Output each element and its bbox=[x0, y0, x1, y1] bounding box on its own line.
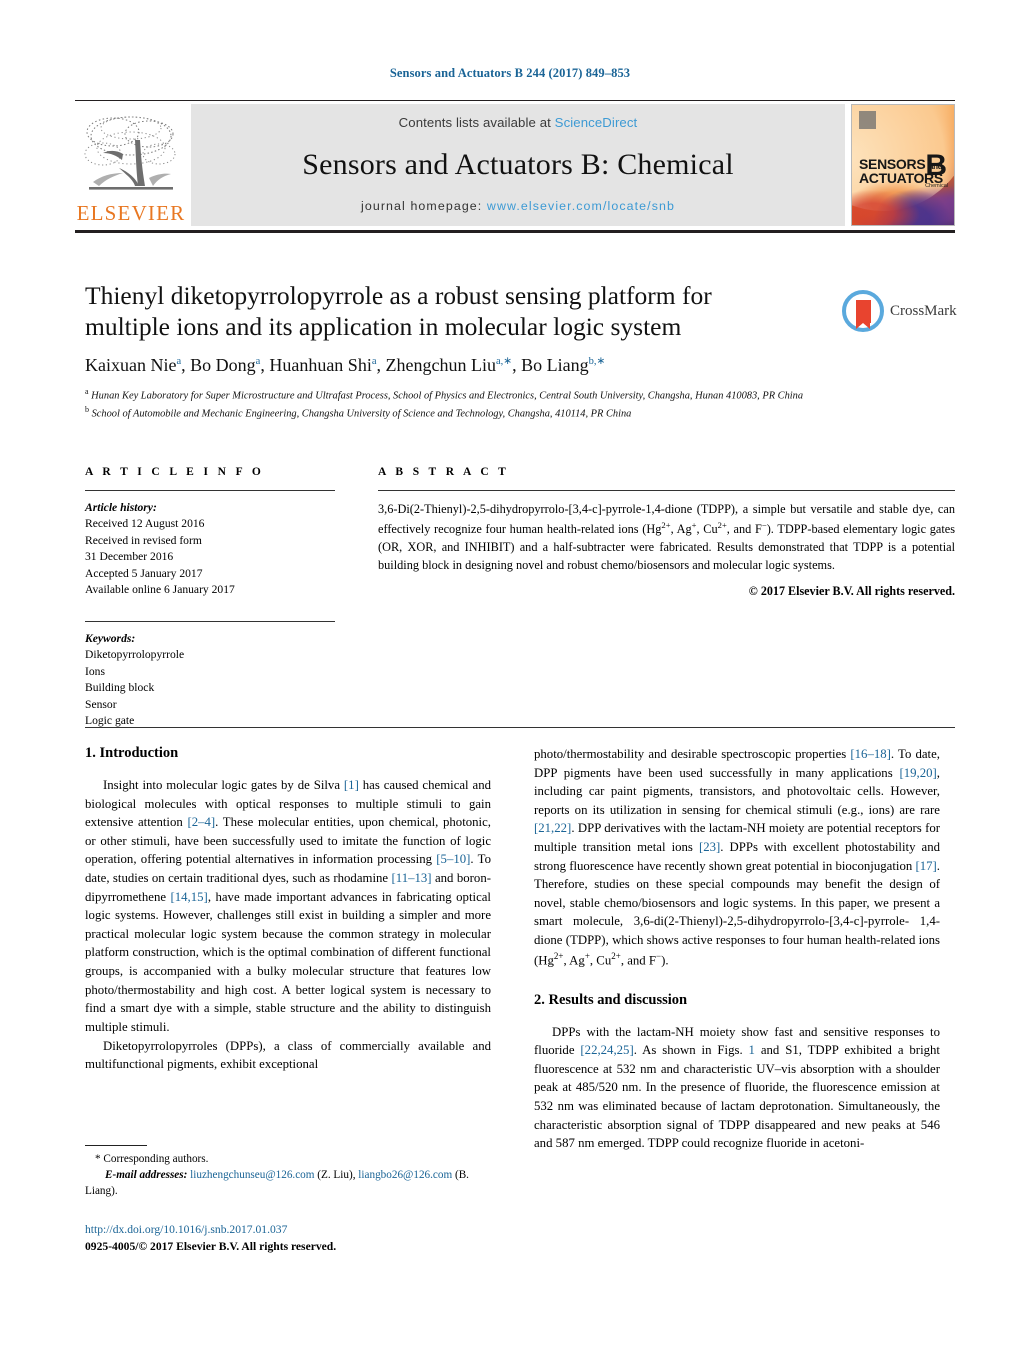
keywords-block: Keywords: Diketopyrrolopyrrole Ions Buil… bbox=[85, 620, 335, 730]
crossmark-label: CrossMark bbox=[890, 302, 957, 319]
doi-block: http://dx.doi.org/10.1016/j.snb.2017.01.… bbox=[85, 1222, 491, 1256]
issn-copyright-line: 0925-4005/© 2017 Elsevier B.V. All right… bbox=[85, 1239, 337, 1253]
footnote-block: * Corresponding authors. E-mail addresse… bbox=[85, 1145, 491, 1255]
contents-prefix: Contents lists available at bbox=[398, 115, 555, 130]
journal-homepage-link[interactable]: www.elsevier.com/locate/snb bbox=[487, 199, 675, 213]
email-owner-1: (Z. Liu), bbox=[317, 1168, 356, 1181]
footnote-body: * Corresponding authors. E-mail addresse… bbox=[85, 1152, 491, 1200]
elsevier-tree-icon bbox=[79, 110, 183, 202]
affiliation-mark-a: a bbox=[85, 387, 89, 397]
intro-paragraph-1: Insight into molecular logic gates by de… bbox=[85, 778, 491, 1034]
abstract-column: A B S T R A C T 3,6-Di(2-Thienyl)-2,5-di… bbox=[378, 466, 955, 599]
elsevier-logo: ELSEVIER bbox=[75, 104, 187, 226]
keywords-label: Keywords: bbox=[85, 631, 136, 645]
abstract-heading: A B S T R A C T bbox=[378, 466, 510, 478]
journal-masthead: ELSEVIER Contents lists available at Sci… bbox=[75, 100, 955, 233]
corresponding-authors-note: * Corresponding authors. bbox=[95, 1153, 209, 1165]
cover-elsevier-mini-logo bbox=[859, 111, 876, 129]
affiliation-list: a Hunan Key Laboratory for Super Microst… bbox=[85, 386, 875, 422]
section-heading-introduction: 1. Introduction bbox=[85, 745, 179, 761]
keywords-rule bbox=[85, 620, 335, 622]
keyword-item: Ions bbox=[85, 664, 105, 678]
affiliation-a-text: Hunan Key Laboratory for Super Microstru… bbox=[91, 390, 804, 402]
affiliation-b: b School of Automobile and Mechanic Engi… bbox=[85, 404, 875, 422]
email-link-2[interactable]: liangbo26@126.com bbox=[358, 1169, 452, 1181]
body-separator-rule bbox=[85, 727, 955, 728]
intro-paragraph-2: Diketopyrrolopyrroles (DPPs), a class of… bbox=[85, 1038, 491, 1072]
doi-link[interactable]: http://dx.doi.org/10.1016/j.snb.2017.01.… bbox=[85, 1222, 491, 1239]
results-paragraph-1: DPPs with the lactam-NH moiety show fast… bbox=[534, 1024, 940, 1151]
history-item: Accepted 5 January 2017 bbox=[85, 566, 203, 580]
email-addresses-label: E-mail addresses: bbox=[105, 1168, 188, 1181]
sciencedirect-link[interactable]: ScienceDirect bbox=[555, 115, 638, 130]
homepage-label: journal homepage: bbox=[361, 199, 487, 213]
journal-cover-image: SENSORS and ACTUATORS B Chemical bbox=[851, 104, 955, 226]
cover-volume-letter: B bbox=[925, 149, 947, 182]
affiliation-mark-b: b bbox=[85, 405, 89, 415]
article-info-rule bbox=[85, 490, 335, 491]
journal-article-page: Sensors and Actuators B 244 (2017) 849–8… bbox=[0, 0, 1020, 1351]
title-block: Thienyl diketopyrrolopyrrole as a robust… bbox=[85, 280, 855, 422]
abstract-body: 3,6-Di(2-Thienyl)-2,5-dihydropyrrolo-[3,… bbox=[378, 502, 955, 572]
masthead-bottom-rule bbox=[75, 230, 955, 233]
abstract-rule bbox=[378, 490, 955, 491]
contents-available-line: Contents lists available at ScienceDirec… bbox=[399, 115, 638, 130]
history-item: Available online 6 January 2017 bbox=[85, 583, 235, 597]
page-title: Thienyl diketopyrrolopyrrole as a robust… bbox=[85, 281, 712, 342]
article-history: Article history: Received 12 August 2016… bbox=[85, 500, 335, 599]
email-line: E-mail addresses: liuzhengchunseu@126.co… bbox=[85, 1168, 491, 1200]
keywords: Keywords: Diketopyrrolopyrrole Ions Buil… bbox=[85, 631, 335, 730]
intro-paragraph-3: photo/thermostability and desirable spec… bbox=[534, 747, 941, 967]
journal-homepage-line: journal homepage: www.elsevier.com/locat… bbox=[361, 199, 675, 213]
crossmark-bookmark-shape bbox=[855, 299, 871, 329]
history-item: Received 12 August 2016 bbox=[85, 517, 205, 531]
article-history-label: Article history: bbox=[85, 501, 157, 514]
elsevier-wordmark: ELSEVIER bbox=[76, 201, 186, 225]
article-info-column: A R T I C L E I N F O Article history: R… bbox=[85, 466, 335, 729]
keyword-item: Building block bbox=[85, 681, 155, 695]
keyword-item: Sensor bbox=[85, 697, 117, 711]
body-column-left: 1. Introduction Insight into molecular l… bbox=[85, 745, 491, 1074]
body-column-right: photo/thermostability and desirable spec… bbox=[534, 745, 940, 1153]
footnote-rule bbox=[85, 1145, 147, 1146]
history-item: Received in revised form bbox=[85, 533, 202, 547]
email-link-1[interactable]: liuzhengchunseu@126.com bbox=[190, 1169, 314, 1181]
affiliation-b-text: School of Automobile and Mechanic Engine… bbox=[91, 408, 632, 420]
running-head: Sensors and Actuators B 244 (2017) 849–8… bbox=[389, 66, 631, 80]
article-info-heading: A R T I C L E I N F O bbox=[85, 466, 265, 478]
cover-subtitle: Chemical bbox=[925, 183, 948, 189]
masthead-center-panel: Contents lists available at ScienceDirec… bbox=[191, 104, 845, 226]
abstract-copyright: © 2017 Elsevier B.V. All rights reserved… bbox=[748, 583, 955, 598]
affiliation-a: a Hunan Key Laboratory for Super Microst… bbox=[85, 386, 875, 404]
keyword-item: Diketopyrrolopyrrole bbox=[85, 648, 185, 662]
section-heading-results: 2. Results and discussion bbox=[534, 991, 688, 1008]
journal-title: Sensors and Actuators B: Chemical bbox=[302, 147, 734, 181]
masthead-top-rule bbox=[75, 100, 955, 101]
crossmark-badge[interactable]: CrossMark bbox=[842, 288, 957, 334]
history-item: 31 December 2016 bbox=[85, 550, 174, 564]
author-list: Kaixuan Niea, Bo Donga, Huanhuan Shia, Z… bbox=[85, 355, 606, 376]
